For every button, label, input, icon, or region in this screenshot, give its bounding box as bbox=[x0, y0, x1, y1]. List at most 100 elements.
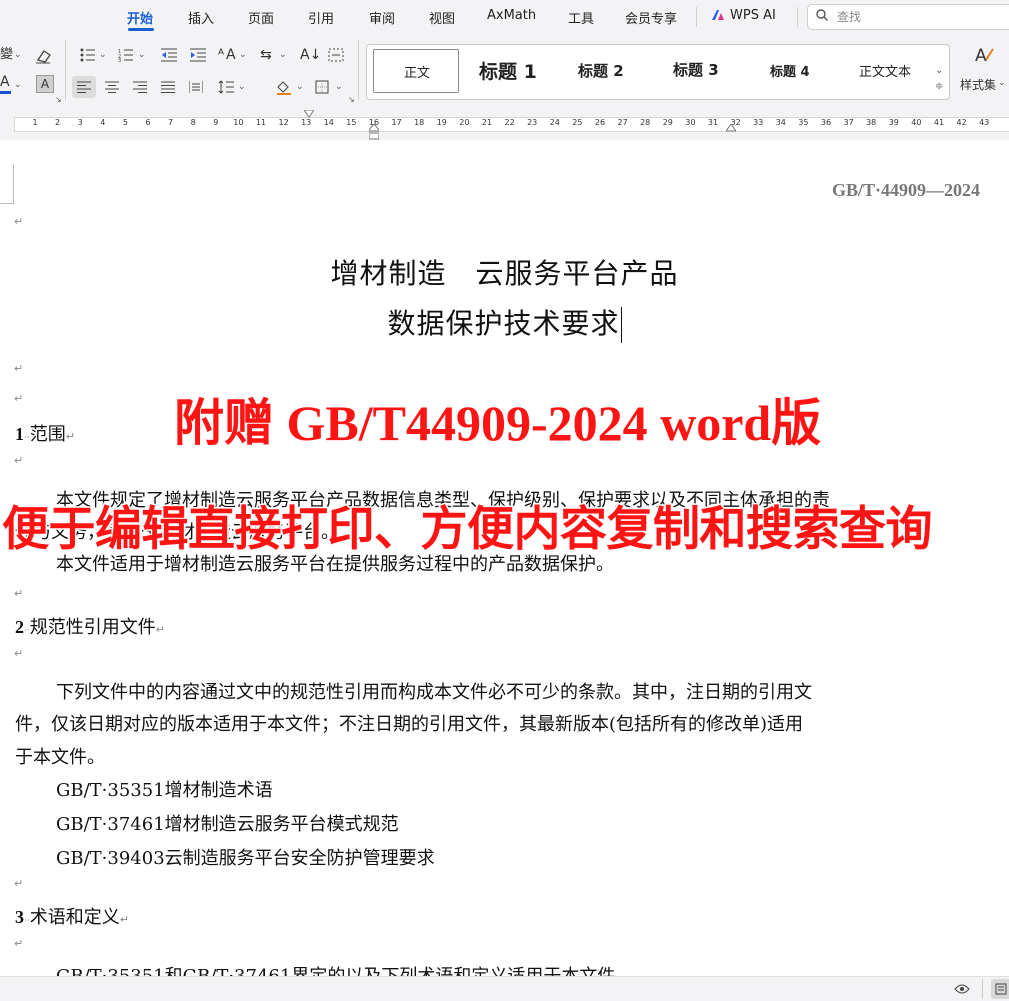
chevron-down-icon[interactable]: ⌄ bbox=[279, 50, 287, 60]
style-gallery: 正文 标题 1 标题 2 标题 3 标题 4 正文文本 ⌄ ≑ bbox=[366, 44, 950, 100]
style-set-button[interactable]: 样式集 bbox=[960, 76, 996, 94]
style-heading-4[interactable]: 标题 4 bbox=[770, 61, 810, 80]
first-line-indent-marker[interactable] bbox=[304, 110, 314, 118]
page-view-button[interactable] bbox=[991, 979, 1009, 999]
paragraph-direction-icon[interactable]: ⇆ bbox=[260, 46, 272, 64]
font-color-a-icon: A bbox=[0, 74, 10, 90]
character-shading-icon[interactable]: A bbox=[36, 75, 54, 93]
shading-icon[interactable] bbox=[275, 79, 293, 95]
ruler-number: 17 bbox=[391, 118, 402, 127]
tab-home[interactable]: 开始 bbox=[127, 8, 153, 27]
ruler-number: 12 bbox=[278, 118, 289, 127]
tab-member[interactable]: 会员专享 bbox=[625, 8, 677, 27]
bullet-list-icon[interactable] bbox=[80, 48, 96, 62]
align-left-button[interactable] bbox=[72, 76, 96, 98]
ruler-number: 15 bbox=[346, 118, 357, 127]
chevron-down-icon[interactable]: ⌄ bbox=[238, 82, 246, 92]
tab-insert[interactable]: 插入 bbox=[188, 8, 214, 27]
style-heading-1[interactable]: 标题 1 bbox=[479, 57, 537, 84]
borders-icon[interactable] bbox=[315, 80, 329, 94]
gallery-more-icon[interactable]: ≑ bbox=[935, 81, 943, 92]
normative-paragraph-line1: 下列文件中的内容通过文中的规范性引用而构成本文件必不可少的条款。其中，注日期的引… bbox=[56, 682, 812, 703]
sort-icon[interactable]: A↓ bbox=[300, 46, 321, 64]
hanging-indent-marker[interactable] bbox=[369, 124, 379, 140]
paragraph-mark: ↵ bbox=[14, 647, 24, 660]
ruler-number: 6 bbox=[145, 118, 151, 127]
line-spacing-icon[interactable] bbox=[218, 80, 234, 94]
tab-review[interactable]: 审阅 bbox=[369, 8, 395, 27]
ruler-number: 23 bbox=[527, 118, 538, 127]
chinese-layout-icon[interactable]: ᴬ bbox=[218, 46, 224, 64]
show-marks-icon[interactable] bbox=[328, 48, 344, 62]
reference-item: GB/T·35351增材制造术语 bbox=[56, 780, 273, 801]
text-direction-icon[interactable]: A bbox=[226, 46, 236, 64]
chevron-down-icon[interactable]: ⌄ bbox=[138, 50, 146, 60]
svg-text:A: A bbox=[975, 46, 987, 66]
status-bar bbox=[0, 976, 1009, 1001]
reference-item: GB/T·37461增材制造云服务平台模式规范 bbox=[56, 814, 399, 835]
search-input[interactable]: 查找 bbox=[807, 4, 1009, 30]
ruler-number: 4 bbox=[100, 118, 106, 127]
ruler-number: 14 bbox=[323, 118, 334, 127]
ruler-number: 27 bbox=[617, 118, 628, 127]
right-indent-marker[interactable] bbox=[726, 124, 736, 132]
status-divider bbox=[982, 979, 983, 999]
ruler-number: 43 bbox=[979, 118, 990, 127]
tab-page[interactable]: 页面 bbox=[248, 8, 274, 27]
promo-overlay-line1: 附赠 GB/T44909-2024 word版 bbox=[172, 394, 822, 453]
ruler-number: 39 bbox=[888, 118, 899, 127]
font-color-button[interactable]: A bbox=[0, 74, 14, 94]
reference-item: GB/T·39403云制造服务平台安全防护管理要求 bbox=[56, 848, 435, 869]
style-normal[interactable]: 正文 bbox=[373, 49, 459, 93]
chevron-down-icon[interactable]: ⌄ bbox=[99, 50, 107, 60]
paragraph-mark: ↵ bbox=[14, 937, 24, 950]
ribbon-divider bbox=[358, 40, 359, 100]
decrease-indent-icon[interactable] bbox=[161, 48, 177, 62]
chevron-down-icon[interactable]: ⌄ bbox=[14, 50, 22, 60]
dialog-launcher-icon[interactable]: ↘ bbox=[348, 95, 355, 104]
tab-references[interactable]: 引用 bbox=[308, 8, 334, 27]
tab-tools[interactable]: 工具 bbox=[568, 8, 594, 27]
dialog-launcher-icon[interactable]: ↘ bbox=[55, 95, 62, 104]
chevron-down-icon[interactable]: ⌄ bbox=[296, 82, 304, 92]
paragraph-mark: ↵ bbox=[14, 362, 24, 375]
paragraph-mark: ↵ bbox=[14, 215, 24, 228]
style-set-icon[interactable]: A bbox=[974, 44, 994, 66]
chevron-down-icon[interactable]: ⌄ bbox=[239, 50, 247, 60]
ruler-number: 21 bbox=[481, 118, 493, 127]
justify-icon[interactable] bbox=[161, 81, 175, 93]
promo-overlay-line2: 便于编辑直接打印、方便内容复制和搜索查询 bbox=[1, 501, 935, 559]
ruler-number: 26 bbox=[594, 118, 606, 127]
section-number: 2 bbox=[15, 617, 24, 637]
style-heading-2[interactable]: 标题 2 bbox=[578, 60, 624, 81]
chevron-down-icon[interactable]: ⌄ bbox=[14, 80, 22, 90]
ruler-number: 30 bbox=[685, 118, 696, 127]
tab-view[interactable]: 视图 bbox=[429, 8, 455, 27]
increase-indent-icon[interactable] bbox=[190, 48, 206, 62]
section-title: 范围 bbox=[29, 424, 66, 445]
terms-paragraph: GB/T·35351和GB/T·37461界定的以及下列术语和定义适用于本文件。 bbox=[56, 960, 633, 976]
eye-protection-icon[interactable] bbox=[954, 983, 970, 995]
numbered-list-icon[interactable]: 123 bbox=[118, 48, 134, 62]
ruler-number: 19 bbox=[436, 118, 447, 127]
gallery-scroll-icon[interactable]: ⌄ bbox=[935, 65, 943, 76]
ruler-number: 13 bbox=[301, 118, 312, 127]
align-center-icon[interactable] bbox=[105, 81, 119, 93]
phonetic-guide-icon[interactable]: 變 bbox=[0, 46, 13, 64]
ruler-number: 18 bbox=[414, 118, 425, 127]
normative-paragraph-line2: 件，仅该日期对应的版本适用于本文件；不注日期的引用文件，其最新版本(包括所有的修… bbox=[15, 714, 804, 735]
style-body-text[interactable]: 正文文本 bbox=[859, 61, 911, 80]
wps-ai-button[interactable]: WPS AI bbox=[730, 8, 776, 23]
page-view-icon bbox=[995, 983, 1007, 995]
distribute-icon[interactable] bbox=[189, 81, 203, 93]
ruler-number: 33 bbox=[753, 118, 764, 127]
section-title: 规范性引用文件 bbox=[29, 617, 156, 638]
style-heading-3[interactable]: 标题 3 bbox=[673, 59, 719, 80]
align-right-icon[interactable] bbox=[133, 81, 147, 93]
ruler-number: 2 bbox=[55, 118, 61, 127]
tab-axmath[interactable]: AxMath bbox=[487, 8, 536, 23]
chevron-down-icon[interactable]: ⌄ bbox=[998, 78, 1006, 88]
chevron-down-icon[interactable]: ⌄ bbox=[335, 82, 343, 92]
ruler-number: 22 bbox=[504, 118, 515, 127]
eraser-icon[interactable] bbox=[34, 48, 52, 64]
